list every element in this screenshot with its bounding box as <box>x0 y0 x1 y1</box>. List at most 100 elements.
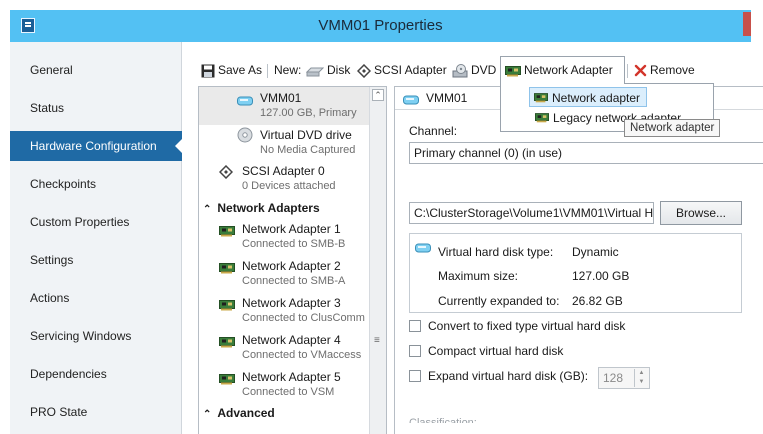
stepper-up-icon[interactable]: ▲ <box>635 369 648 378</box>
list-item-network-adapter-1[interactable]: Network Adapter 1 Connected to SMB-B <box>199 220 370 257</box>
checkbox-label: Compact virtual hard disk <box>428 344 564 358</box>
hw-subtitle: Connected to ClusComm <box>242 312 365 324</box>
vhd-path-field[interactable]: C:\ClusterStorage\Volume1\VMM01\Virtual … <box>409 202 654 224</box>
collapse-icon: ⌃ <box>203 204 212 215</box>
new-disk-button[interactable]: Disk <box>306 56 350 84</box>
scsi-adapter-label: SCSI Adapter <box>374 63 447 77</box>
list-item-virtual-dvd-drive[interactable]: Virtual DVD drive No Media Captured <box>199 125 370 162</box>
sidebar-item-checkpoints[interactable]: Checkpoints <box>10 169 182 199</box>
remove-label: Remove <box>650 63 695 77</box>
selection-pointer <box>175 138 183 154</box>
checkbox-box[interactable] <box>409 345 421 357</box>
list-item-network-adapter-3[interactable]: Network Adapter 3 Connected to ClusComm <box>199 294 370 331</box>
save-as-button[interactable]: Save As <box>201 56 262 84</box>
disk-icon <box>237 96 253 106</box>
network-adapter-icon <box>219 263 235 274</box>
new-network-adapter-button[interactable]: Network Adapter <box>500 56 625 84</box>
channel-select[interactable]: Primary channel (0) (in use) <box>409 142 763 164</box>
sidebar-item-dependencies[interactable]: Dependencies <box>10 359 182 389</box>
network-adapter-icon <box>505 65 521 77</box>
hw-subtitle: No Media Captured <box>260 144 356 156</box>
list-item-scsi-adapter[interactable]: SCSI Adapter 0 0 Devices attached <box>199 162 370 198</box>
hw-title: Virtual DVD drive <box>260 128 352 142</box>
list-item-network-adapter-5[interactable]: Network Adapter 5 Connected to VSM <box>199 368 370 405</box>
toolbar: Save As New: Disk SCSI Adapter DVD Remov… <box>183 56 763 84</box>
sidebar-item-hardware-configuration[interactable]: Hardware Configuration <box>10 131 183 161</box>
browse-button[interactable]: Browse... <box>660 201 742 225</box>
sidebar-item-servicing-windows[interactable]: Servicing Windows <box>10 321 182 351</box>
expanded-label: Currently expanded to: <box>438 294 560 308</box>
network-adapter-label: Network Adapter <box>524 63 613 77</box>
disk-icon <box>306 67 324 77</box>
section-label: Network Adapters <box>217 201 320 215</box>
hw-subtitle: Connected to VSM <box>242 386 335 398</box>
max-size-value: 127.00 GB <box>572 269 630 283</box>
new-dvd-button[interactable]: DVD <box>452 56 496 84</box>
network-adapter-icon <box>219 226 235 237</box>
disk-icon <box>403 95 419 105</box>
expanded-value: 26.82 GB <box>572 294 623 308</box>
list-scrollbar[interactable]: ⌃ ≡ <box>369 87 386 434</box>
list-item-vmm01-disk[interactable]: VMM01 127.00 GB, Primary <box>199 87 370 125</box>
checkbox-label: Convert to fixed type virtual hard disk <box>428 319 626 333</box>
hw-title: VMM01 <box>260 91 302 105</box>
hw-title: Network Adapter 5 <box>242 370 341 384</box>
stepper-value: 128 <box>603 371 624 385</box>
title-bar: VMM01 Properties <box>10 10 751 42</box>
network-adapter-icon <box>219 337 235 348</box>
classification-label: Classification: <box>409 417 477 423</box>
window-title: VMM01 Properties <box>318 17 443 34</box>
checkbox-box[interactable] <box>409 320 421 332</box>
menu-item-network-adapter[interactable]: Network adapter <box>529 87 647 107</box>
sidebar-item-custom-properties[interactable]: Custom Properties <box>10 207 182 237</box>
new-scsi-adapter-button[interactable]: SCSI Adapter <box>357 56 447 84</box>
toolbar-divider <box>627 64 628 78</box>
section-network-adapters[interactable]: ⌃ Network Adapters <box>203 201 320 215</box>
disk-label: Disk <box>327 63 351 77</box>
sidebar-item-pro-state[interactable]: PRO State <box>10 397 182 427</box>
disk-type-label: Virtual hard disk type: <box>438 245 554 259</box>
hw-title: SCSI Adapter 0 <box>242 164 325 178</box>
expand-size-stepper[interactable]: 128 ▲ ▼ <box>598 367 650 389</box>
scroll-grip-icon[interactable]: ≡ <box>374 335 380 346</box>
list-item-network-adapter-4[interactable]: Network Adapter 4 Connected to VMaccess <box>199 331 370 368</box>
close-button[interactable] <box>743 12 751 36</box>
checkbox-box[interactable] <box>409 370 421 382</box>
hw-title: Network Adapter 4 <box>242 333 341 347</box>
stepper-buttons: ▲ ▼ <box>634 369 648 387</box>
scsi-icon <box>357 63 371 78</box>
hw-subtitle: Connected to VMaccess <box>242 349 362 361</box>
vhd-info-box: Virtual hard disk type: Dynamic Maximum … <box>409 233 742 313</box>
sidebar-item-general[interactable]: General <box>10 55 182 85</box>
max-size-label: Maximum size: <box>438 269 519 283</box>
menu-item-label: Network adapter <box>552 91 641 105</box>
tooltip: Network adapter <box>624 119 721 137</box>
network-adapter-icon <box>219 374 235 385</box>
scsi-icon <box>219 165 233 179</box>
hw-title: Network Adapter 2 <box>242 259 341 273</box>
list-item-network-adapter-2[interactable]: Network Adapter 2 Connected to SMB-A <box>199 257 370 294</box>
sidebar-item-status[interactable]: Status <box>10 93 182 123</box>
disk-type-value: Dynamic <box>572 245 619 259</box>
scroll-up-icon[interactable]: ⌃ <box>372 89 384 101</box>
hw-subtitle: 127.00 GB, Primary <box>260 107 357 119</box>
hardware-list: VMM01 127.00 GB, Primary Virtual DVD dri… <box>198 86 387 434</box>
network-adapter-icon <box>534 93 548 103</box>
section-label: Advanced <box>217 406 275 420</box>
details-title: VMM01 <box>426 91 468 105</box>
sidebar-item-actions[interactable]: Actions <box>10 283 182 313</box>
section-advanced[interactable]: ⌃ Advanced <box>203 406 275 420</box>
dvd-icon <box>237 127 253 143</box>
stepper-down-icon[interactable]: ▼ <box>635 378 648 387</box>
remove-button[interactable]: Remove <box>634 56 695 84</box>
hw-title: Network Adapter 3 <box>242 296 341 310</box>
checkbox-label: Expand virtual hard disk (GB): <box>428 369 589 383</box>
details-panel: VMM01 Channel: Primary channel (0) (in u… <box>394 86 763 434</box>
disk-icon <box>415 243 431 253</box>
hw-subtitle: Connected to SMB-B <box>242 238 346 250</box>
collapse-icon: ⌃ <box>203 409 212 420</box>
hw-subtitle: Connected to SMB-A <box>242 275 346 287</box>
hw-title: Network Adapter 1 <box>242 222 341 236</box>
remove-icon <box>634 65 647 77</box>
sidebar-item-settings[interactable]: Settings <box>10 245 182 275</box>
